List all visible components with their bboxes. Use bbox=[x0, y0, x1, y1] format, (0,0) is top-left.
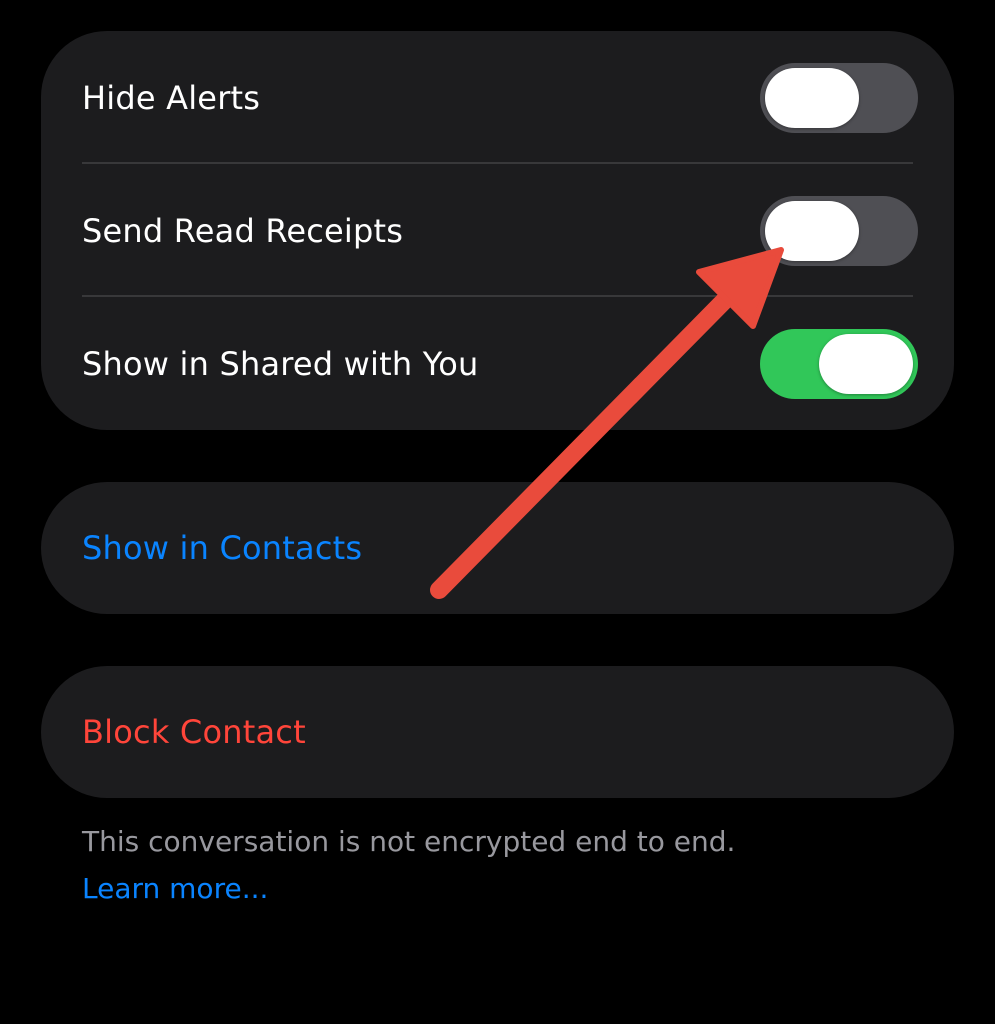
show-in-contacts-label: Show in Contacts bbox=[82, 529, 363, 567]
hide-alerts-row: Hide Alerts bbox=[41, 31, 954, 164]
show-in-contacts-button[interactable]: Show in Contacts bbox=[41, 482, 954, 614]
toggle-knob bbox=[765, 200, 859, 261]
hide-alerts-label: Hide Alerts bbox=[82, 78, 261, 117]
show-in-shared-with-you-label: Show in Shared with You bbox=[82, 344, 479, 383]
send-read-receipts-toggle[interactable] bbox=[760, 195, 918, 266]
learn-more-link[interactable]: Learn more... bbox=[82, 864, 962, 914]
hide-alerts-toggle[interactable] bbox=[760, 62, 918, 133]
conversation-settings-group: Hide Alerts Send Read Receipts Show in S… bbox=[41, 31, 954, 430]
toggle-knob bbox=[765, 67, 859, 128]
toggle-knob bbox=[819, 333, 913, 394]
block-contact-label: Block Contact bbox=[82, 713, 306, 751]
send-read-receipts-label: Send Read Receipts bbox=[82, 211, 404, 250]
show-in-shared-with-you-row: Show in Shared with You bbox=[41, 297, 954, 430]
encryption-footer: This conversation is not encrypted end t… bbox=[82, 820, 962, 914]
show-in-shared-with-you-toggle[interactable] bbox=[760, 328, 918, 399]
block-contact-button[interactable]: Block Contact bbox=[41, 666, 954, 798]
send-read-receipts-row: Send Read Receipts bbox=[41, 164, 954, 297]
encryption-note: This conversation is not encrypted end t… bbox=[82, 825, 736, 858]
